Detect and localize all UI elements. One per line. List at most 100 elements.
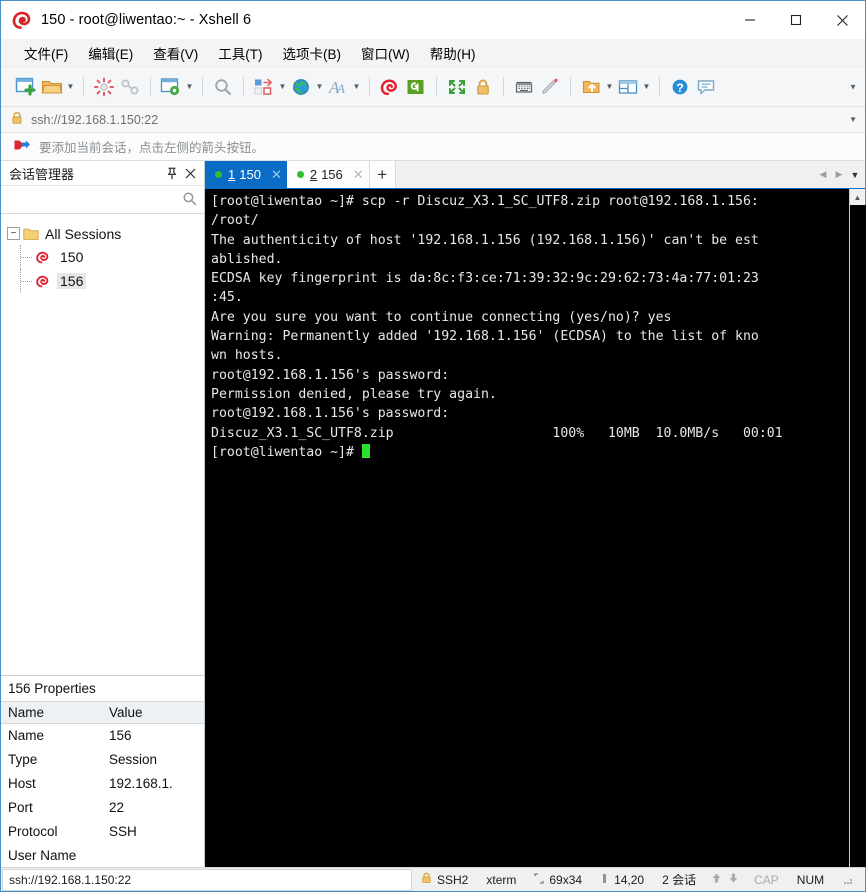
terminal-area: [root@liwentao ~]# scp -r Discuz_X3.1_SC…: [205, 188, 866, 867]
tab-label: 150: [239, 167, 261, 182]
split-view-icon[interactable]: [615, 74, 641, 100]
menu-help[interactable]: 帮助(H): [421, 40, 485, 66]
feedback-icon[interactable]: [693, 74, 719, 100]
help-icon[interactable]: ?: [667, 74, 693, 100]
open-folder-dropdown-icon[interactable]: ▼: [65, 74, 76, 100]
toolbar-separator: [570, 77, 571, 96]
properties-header-row: Name Value: [1, 700, 204, 724]
session-icon: [35, 250, 52, 265]
scroll-up-icon[interactable]: ▲: [850, 189, 866, 205]
terminal-scrollbar[interactable]: ▲: [849, 189, 866, 867]
minimize-button[interactable]: [727, 1, 773, 39]
close-button[interactable]: [819, 1, 865, 39]
tab-150[interactable]: 1 150 ✕: [205, 161, 287, 188]
download-arrow-icon: [728, 872, 739, 887]
font-dropdown-icon[interactable]: ▼: [351, 74, 362, 100]
window-controls: [727, 1, 865, 39]
open-folder-icon[interactable]: [39, 74, 65, 100]
tree-connector: [20, 245, 34, 269]
size-icon: [534, 872, 544, 887]
session-properties-icon[interactable]: [158, 74, 184, 100]
table-row[interactable]: User Name: [1, 843, 204, 867]
transfer-dropdown-icon[interactable]: ▼: [604, 74, 615, 100]
menu-tabs[interactable]: 选项卡(B): [274, 40, 351, 66]
add-session-arrow-icon[interactable]: [13, 138, 31, 156]
table-row[interactable]: Name 156: [1, 723, 204, 747]
window-title: 150 - root@liwentao:~ - Xshell 6: [41, 12, 252, 28]
menu-window[interactable]: 窗口(W): [352, 40, 419, 66]
font-icon[interactable]: A A: [325, 74, 351, 100]
property-value: Session: [109, 751, 158, 767]
title-bar: 150 - root@liwentao:~ - Xshell 6: [1, 1, 865, 39]
toolbar-overflow-icon[interactable]: ▼: [849, 82, 857, 91]
properties-header-value: Value: [101, 700, 204, 724]
menu-edit[interactable]: 编辑(E): [79, 40, 142, 66]
find-icon[interactable]: [210, 74, 236, 100]
sidebar-item-session-150[interactable]: 150: [7, 245, 204, 269]
table-row[interactable]: Protocol SSH: [1, 819, 204, 843]
keyboard-icon[interactable]: [511, 74, 537, 100]
search-icon[interactable]: [182, 191, 197, 209]
tree-collapse-icon[interactable]: −: [7, 227, 20, 240]
terminal-output[interactable]: [root@liwentao ~]# scp -r Discuz_X3.1_SC…: [205, 189, 849, 867]
xshell-icon[interactable]: [377, 74, 403, 100]
tab-next-icon[interactable]: ▶: [831, 161, 847, 188]
menu-view[interactable]: 查看(V): [144, 40, 207, 66]
xftp-icon[interactable]: [403, 74, 429, 100]
fullscreen-icon[interactable]: [444, 74, 470, 100]
session-properties-dropdown-icon[interactable]: ▼: [184, 74, 195, 100]
new-tab-button[interactable]: +: [369, 161, 396, 188]
properties-header-name: Name: [1, 700, 101, 724]
address-url: ssh://192.168.1.150:22: [31, 112, 159, 127]
xshell-logo-icon: [11, 9, 33, 31]
address-dropdown-icon[interactable]: ▼: [849, 115, 857, 124]
split-view-dropdown-icon[interactable]: ▼: [641, 74, 652, 100]
session-search-bar[interactable]: [1, 186, 204, 214]
lock-icon: [421, 872, 432, 887]
session-tree: − All Sessions 150 156: [1, 214, 204, 675]
tab-close-icon[interactable]: ✕: [353, 167, 364, 183]
xshell-window: 150 - root@liwentao:~ - Xshell 6 文件(F) 编…: [0, 0, 866, 892]
menu-file[interactable]: 文件(F): [15, 40, 77, 66]
layout-dropdown-icon[interactable]: ▼: [277, 74, 288, 100]
lock-icon[interactable]: [470, 74, 496, 100]
sidebar-item-session-156[interactable]: 156: [7, 269, 204, 293]
table-row[interactable]: Host 192.168.1.: [1, 771, 204, 795]
highlight-icon[interactable]: [537, 74, 563, 100]
table-row[interactable]: Port 22: [1, 795, 204, 819]
transfer-icon[interactable]: [578, 74, 604, 100]
layout-icon[interactable]: [251, 74, 277, 100]
new-session-icon[interactable]: [13, 74, 39, 100]
properties-table: Name Value Name 156 Type Session Host 19…: [1, 700, 204, 868]
toolbar-separator: [503, 77, 504, 96]
tab-close-icon[interactable]: ✕: [271, 167, 282, 183]
tab-status-dot-icon: [215, 171, 222, 178]
menu-tools[interactable]: 工具(T): [209, 40, 271, 66]
maximize-button[interactable]: [773, 1, 819, 39]
link-icon[interactable]: [117, 74, 143, 100]
toolbar-separator: [150, 77, 151, 96]
upload-arrow-icon: [711, 872, 722, 887]
tab-prev-icon[interactable]: ◀: [815, 161, 831, 188]
notice-text: 要添加当前会话，点击左侧的箭头按钮。: [39, 141, 265, 155]
address-bar[interactable]: ssh://192.168.1.150:22 ▼: [1, 107, 865, 133]
globe-icon[interactable]: [288, 74, 314, 100]
status-cursor-label: 14,20: [614, 872, 645, 887]
tab-list-icon[interactable]: ▼: [847, 161, 863, 188]
properties-panel: 156 Properties Name Value Name 156 Type …: [1, 674, 204, 868]
disconnect-icon[interactable]: [91, 74, 117, 100]
close-icon[interactable]: [181, 164, 200, 183]
tree-root-all-sessions[interactable]: − All Sessions: [7, 222, 204, 245]
pin-icon[interactable]: [162, 164, 181, 183]
status-size-label: 69x34: [549, 872, 583, 887]
table-row[interactable]: Type Session: [1, 747, 204, 771]
globe-dropdown-icon[interactable]: ▼: [314, 74, 325, 100]
property-value: [101, 843, 204, 867]
tab-number: 2: [309, 167, 318, 182]
scroll-track[interactable]: [849, 205, 866, 867]
property-value: 192.168.1.: [109, 775, 173, 791]
tab-navigation: ◀ ▶ ▼: [815, 161, 865, 188]
tab-156[interactable]: 2 156 ✕: [286, 161, 370, 188]
session-label-150: 150: [60, 249, 84, 265]
resize-grip-icon[interactable]: [833, 874, 863, 886]
